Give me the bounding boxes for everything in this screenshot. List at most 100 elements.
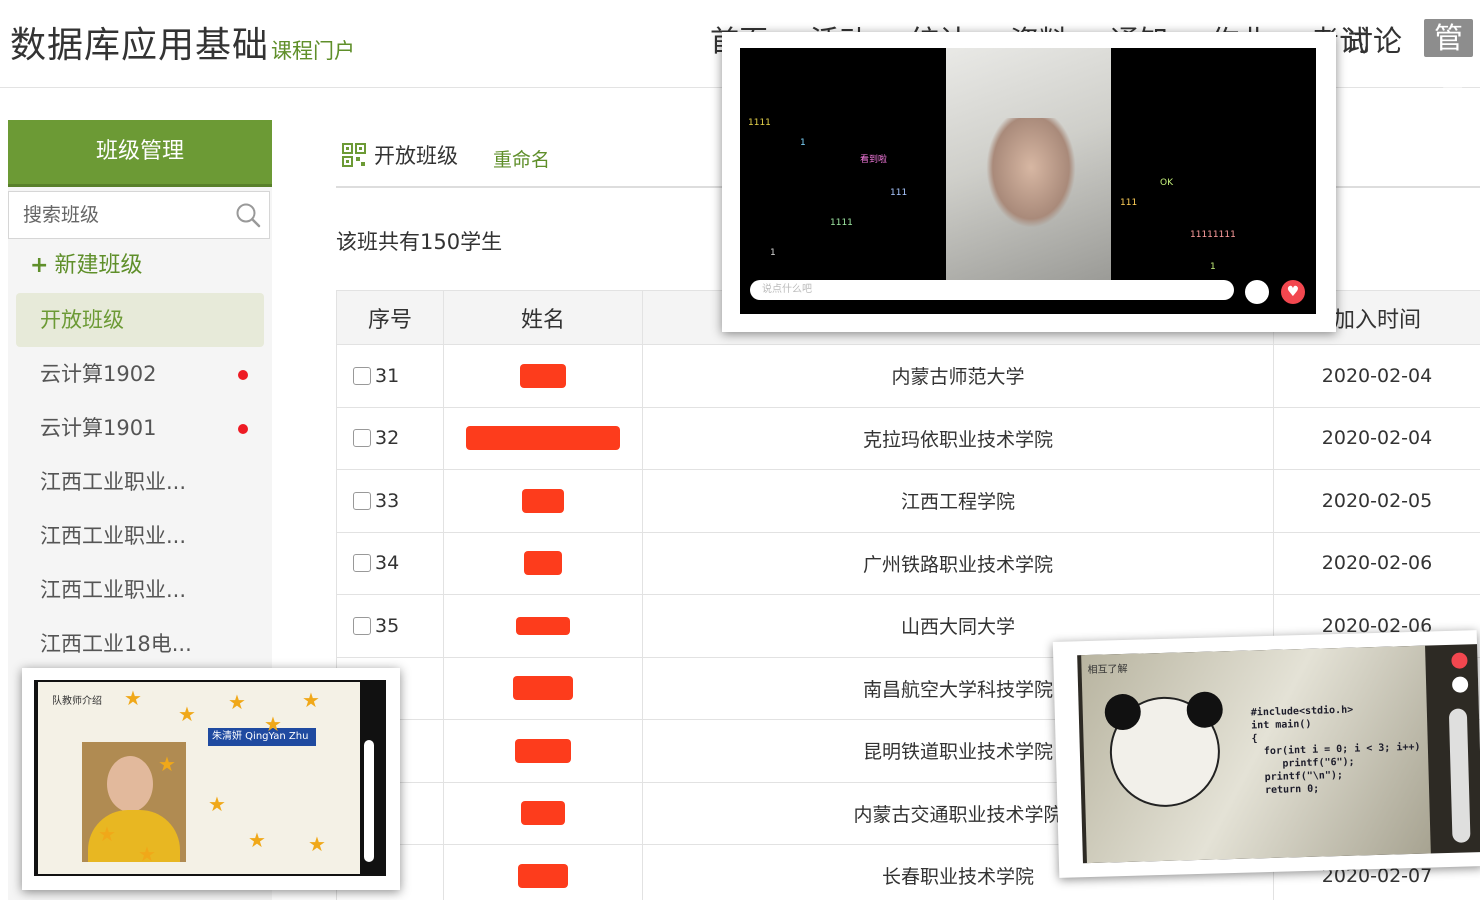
redacted-name bbox=[466, 426, 620, 451]
sidebar-item-label: 江西工业职业... bbox=[40, 578, 187, 602]
student-name-cell bbox=[443, 656, 643, 720]
sidebar-item-label: 开放班级 bbox=[40, 308, 124, 332]
school-cell: 广州铁路职业技术学院 bbox=[642, 531, 1274, 595]
nav-manage[interactable]: 管理 bbox=[1424, 19, 1474, 93]
star-emoji-icon: ★ bbox=[264, 712, 282, 736]
tab-open-class-label: 开放班级 bbox=[374, 144, 458, 168]
livestream-screen: 队教师介绍 朱清妍 QingYan Zhu ★ ★ ★ ★ ★ ★ ★ ★ ★ … bbox=[34, 680, 386, 876]
livestream-screenshot-bottom-right: 相互了解 #include<stdio.h> int main() { for(… bbox=[1052, 630, 1480, 878]
qr-code-icon[interactable] bbox=[342, 143, 366, 167]
presenter-face bbox=[986, 118, 1076, 228]
danmaku-comment: 1 bbox=[1210, 262, 1216, 272]
star-emoji-icon: ★ bbox=[208, 792, 226, 816]
table-row: 33 江西工程学院 2020-02-05 bbox=[336, 469, 1480, 533]
livestream-screenshot-bottom-left: 队教师介绍 朱清妍 QingYan Zhu ★ ★ ★ ★ ★ ★ ★ ★ ★ … bbox=[22, 668, 400, 890]
student-count: 该班共有150学生 bbox=[336, 230, 503, 254]
star-emoji-icon: ★ bbox=[98, 822, 116, 846]
sidebar-item-label: 江西工业职业... bbox=[40, 470, 187, 494]
row-number: 34 bbox=[375, 552, 400, 575]
redacted-name bbox=[515, 738, 571, 763]
danmaku-comment: 1111 bbox=[748, 118, 771, 128]
redacted-name bbox=[520, 363, 566, 388]
danmaku-comment: 111 bbox=[890, 188, 908, 198]
table-row: 34 广州铁路职业技术学院 2020-02-06 bbox=[336, 531, 1480, 595]
comment-input[interactable]: 说点什么吧 bbox=[750, 280, 1234, 300]
panda-ear bbox=[1186, 691, 1224, 729]
slide-title: 队教师介绍 bbox=[52, 696, 102, 707]
row-checkbox[interactable] bbox=[353, 616, 371, 635]
school-cell: 江西工程学院 bbox=[642, 469, 1274, 533]
heart-icon[interactable]: ♥ bbox=[1281, 280, 1305, 304]
video-tag: 相互了解 bbox=[1087, 663, 1128, 677]
redacted-name bbox=[524, 551, 562, 576]
school-cell: 克拉玛依职业技术学院 bbox=[642, 406, 1274, 470]
plus-icon: + bbox=[30, 253, 49, 278]
unread-dot bbox=[238, 370, 248, 380]
panda-meme-image bbox=[1104, 691, 1224, 809]
table-row: 32 克拉玛依职业技术学院 2020-02-04 bbox=[336, 406, 1480, 470]
danmaku-comment: OK bbox=[1160, 178, 1173, 188]
join-date-cell: 2020-02-04 bbox=[1273, 344, 1480, 408]
join-date-cell: 2020-02-04 bbox=[1273, 406, 1480, 470]
row-number-cell: 31 bbox=[336, 344, 444, 408]
sidebar-item-open-class[interactable]: 开放班级 bbox=[16, 293, 264, 347]
row-checkbox[interactable] bbox=[353, 429, 371, 448]
rename-link[interactable]: 重命名 bbox=[493, 145, 550, 172]
sidebar-item-label: 江西工业职业... bbox=[40, 524, 187, 548]
row-checkbox[interactable] bbox=[353, 366, 371, 385]
student-name-cell bbox=[443, 781, 643, 845]
new-class-label: 新建班级 bbox=[54, 253, 143, 278]
unread-dot bbox=[238, 424, 248, 434]
new-class-button[interactable]: + 新建班级 bbox=[8, 239, 272, 293]
join-date-cell: 2020-02-06 bbox=[1273, 531, 1480, 595]
vertical-scrollbar[interactable] bbox=[1448, 708, 1471, 843]
row-checkbox[interactable] bbox=[353, 491, 371, 510]
emoji-icon[interactable] bbox=[1245, 280, 1269, 304]
redacted-name bbox=[516, 617, 570, 636]
search-icon[interactable] bbox=[235, 202, 261, 228]
redacted-name bbox=[513, 676, 573, 701]
emoji-icon[interactable] bbox=[1451, 676, 1469, 693]
row-number-cell: 32 bbox=[336, 406, 444, 470]
teacher-face bbox=[107, 756, 153, 812]
row-number-cell: 34 bbox=[336, 531, 444, 595]
course-portal-link[interactable]: 课程门户 bbox=[271, 35, 355, 65]
sidebar-item-jiangxi-18[interactable]: 江西工业18电... bbox=[16, 617, 264, 671]
vertical-scrollbar[interactable] bbox=[364, 740, 374, 862]
star-emoji-icon: ★ bbox=[158, 752, 176, 776]
star-emoji-icon: ★ bbox=[178, 702, 196, 726]
danmaku-comment: 1 bbox=[770, 248, 776, 258]
school-cell: 内蒙古师范大学 bbox=[642, 344, 1274, 408]
sidebar-item-label: 江西工业18电... bbox=[40, 632, 192, 656]
redacted-name bbox=[518, 863, 568, 888]
nav-discussion[interactable]: 讨论 bbox=[1344, 18, 1402, 60]
row-checkbox[interactable] bbox=[353, 554, 371, 573]
sidebar-item-jiangxi-1[interactable]: 江西工业职业... bbox=[16, 455, 264, 509]
sidebar-item-label: 云计算1901 bbox=[40, 416, 157, 440]
course-title: 数据库应用基础 bbox=[10, 25, 270, 66]
col-name: 姓名 bbox=[443, 290, 643, 345]
row-number: 33 bbox=[375, 489, 400, 512]
livestream-screenshot-top: 1111 1 看到啦 OK 111 11111111 1111 1 111 1 … bbox=[722, 32, 1336, 332]
star-emoji-icon: ★ bbox=[248, 828, 266, 852]
redacted-name bbox=[522, 488, 564, 513]
star-emoji-icon: ★ bbox=[302, 688, 320, 712]
sidebar-item-cloud-1901[interactable]: 云计算1901 bbox=[16, 401, 264, 455]
sidebar-item-jiangxi-3[interactable]: 江西工业职业... bbox=[16, 563, 264, 617]
student-name-cell bbox=[443, 344, 643, 408]
col-number: 序号 bbox=[336, 290, 444, 345]
heart-icon[interactable] bbox=[1451, 652, 1468, 669]
teacher-name-tag: 朱清妍 QingYan Zhu bbox=[208, 728, 316, 746]
code-snippet: #include<stdio.h> int main() { for(int i… bbox=[1250, 704, 1421, 797]
brand: 数据库应用基础 课程门户 bbox=[10, 16, 355, 68]
class-search-input[interactable] bbox=[9, 192, 209, 238]
tab-open-class[interactable]: 开放班级 bbox=[342, 140, 458, 170]
star-emoji-icon: ★ bbox=[138, 842, 156, 866]
danmaku-comment: 1111 bbox=[830, 218, 853, 228]
row-number-cell: 33 bbox=[336, 469, 444, 533]
student-name-cell bbox=[443, 406, 643, 470]
row-number: 32 bbox=[375, 427, 400, 450]
code-photo: 相互了解 #include<stdio.h> int main() { for(… bbox=[1081, 645, 1431, 864]
sidebar-item-cloud-1902[interactable]: 云计算1902 bbox=[16, 347, 264, 401]
sidebar-item-jiangxi-2[interactable]: 江西工业职业... bbox=[16, 509, 264, 563]
